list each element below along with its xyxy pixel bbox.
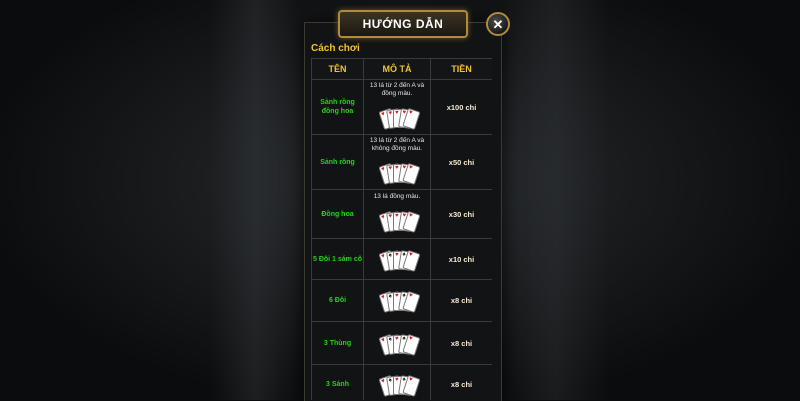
row-description: ♥ ♠ ♥ ♠ ♥ — [363, 279, 431, 322]
row-name: 3 Sảnh — [311, 364, 364, 400]
header-name: TÊN — [311, 58, 364, 80]
dialog-title: HƯỚNG DẪN — [362, 17, 444, 31]
table-row: 6 Đôi ♥ ♠ ♥ ♠ ♥ x8 chi — [311, 279, 492, 322]
playing-cards-icon: ♥ ♥ ♥ ♥ ♥ — [378, 156, 421, 186]
description-text: 13 lá từ 2 đến A và đồng màu. — [369, 82, 425, 97]
row-reward: x30 chi — [430, 189, 492, 239]
row-name: Sảnh rồng đồng hoa — [311, 79, 364, 135]
table-row: 3 Thùng ♥ ♠ ♥ ♠ ♥ x8 chi — [311, 321, 492, 365]
playing-cards-icon: ♥ ♥ ♥ ♥ ♥ — [378, 204, 421, 234]
table-row: 3 Sảnh ♥ ♠ ♥ ♠ ♥ x8 chi — [311, 364, 492, 400]
row-reward: x8 chi — [430, 279, 492, 322]
close-icon[interactable]: ✕ — [493, 18, 504, 31]
playing-cards-icon: ♥ ♥ ♥ ♥ ♥ — [378, 101, 421, 131]
playing-cards-icon: ♥ ♠ ♥ ♠ ♥ — [378, 243, 421, 273]
description-text: 13 lá từ 2 đến A và không đồng màu. — [369, 137, 425, 152]
row-reward: x10 chi — [430, 238, 492, 280]
header-reward: TIỀN — [430, 58, 492, 80]
table-row: 5 Đôi 1 sám cô ♥ ♠ ♥ ♠ ♥ x10 chi — [311, 238, 492, 280]
playing-cards-icon: ♥ ♠ ♥ ♠ ♥ — [378, 327, 421, 357]
row-name: 5 Đôi 1 sám cô — [311, 238, 364, 280]
row-reward: x50 chi — [430, 134, 492, 190]
row-name: 3 Thùng — [311, 321, 364, 365]
description-text: 13 lá đồng màu. — [373, 193, 421, 200]
section-subtitle: Cách chơi — [311, 43, 360, 54]
background-pillar-right — [500, 0, 610, 400]
row-description: ♥ ♠ ♥ ♠ ♥ — [363, 238, 431, 280]
rules-table-scroll[interactable]: TÊN MÔ TẢ TIỀN Sảnh rồng đồng hoa 13 lá … — [311, 58, 492, 400]
row-reward: x8 chi — [430, 321, 492, 365]
table-row: Sảnh rồng đồng hoa 13 lá từ 2 đến A và đ… — [311, 79, 492, 135]
row-description: 13 lá từ 2 đến A và đồng màu. ♥ ♥ ♥ ♥ ♥ — [363, 79, 431, 135]
row-reward: x8 chi — [430, 364, 492, 400]
table-row: Sảnh rồng 13 lá từ 2 đến A và không đồng… — [311, 134, 492, 190]
row-name: Sảnh rồng — [311, 134, 364, 190]
row-description: 13 lá đồng màu. ♥ ♥ ♥ ♥ ♥ — [363, 189, 431, 239]
table-row: Đồng hoa 13 lá đồng màu. ♥ ♥ ♥ ♥ ♥ x30 chi — [311, 189, 492, 239]
row-description: ♥ ♠ ♥ ♠ ♥ — [363, 321, 431, 365]
header-description: MÔ TẢ — [363, 58, 431, 80]
row-description: 13 lá từ 2 đến A và không đồng màu. ♥ ♥ ♥ ♥… — [363, 134, 431, 190]
background-pillar-left — [210, 0, 300, 400]
rules-table: TÊN MÔ TẢ TIỀN Sảnh rồng đồng hoa 13 lá … — [311, 58, 492, 400]
row-name: Đồng hoa — [311, 189, 364, 239]
table-header-row: TÊN MÔ TẢ TIỀN — [311, 58, 492, 80]
playing-cards-icon: ♥ ♠ ♥ ♠ ♥ — [378, 368, 421, 398]
row-name: 6 Đôi — [311, 279, 364, 322]
dialog-title-bar: HƯỚNG DẪN — [338, 10, 468, 38]
row-reward: x100 chi — [430, 79, 492, 135]
playing-cards-icon: ♥ ♠ ♥ ♠ ♥ — [378, 284, 421, 314]
close-button[interactable]: ✕ — [486, 12, 510, 36]
row-description: ♥ ♠ ♥ ♠ ♥ — [363, 364, 431, 400]
